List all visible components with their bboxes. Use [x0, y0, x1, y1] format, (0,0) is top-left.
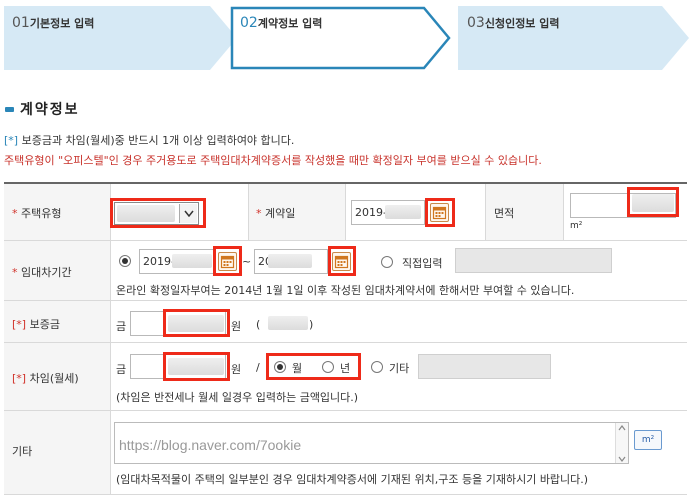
step-arrows [4, 6, 689, 70]
highlight-contract-calendar [425, 198, 455, 227]
deposit-korean-amount [268, 316, 308, 330]
area-label: 면적 [494, 207, 515, 220]
section-bullet-icon [5, 106, 14, 112]
etc-note: (임대차목적물이 주택의 일부분인 경우 임대차계약증서에 기재된 위치,구조 … [116, 473, 589, 486]
lease-direct-input-label: 직접입력 [402, 257, 443, 270]
step-navigation: 01 기본정보 입력 02 계약정보 입력 03 신청인정보 입력 [0, 0, 691, 76]
highlight-housing-type [110, 198, 206, 228]
step-2-label[interactable]: 02 계약정보 입력 [240, 15, 322, 31]
etc-textarea[interactable]: https://blog.naver.com/7ookie [114, 422, 629, 464]
area-unit: m² [570, 221, 583, 231]
notice-required-fields: [*] 보증금과 차임(월세)중 반드시 1개 이상 입력하여야 합니다. [4, 134, 295, 147]
rent-label: [*] 차임(월세) [12, 372, 79, 385]
housing-type-label: * 주택유형 [12, 207, 62, 220]
step-3-label[interactable]: 03 신청인정보 입력 [467, 15, 560, 31]
rent-other-radio[interactable] [371, 361, 383, 373]
rent-other-label: 기타 [389, 362, 410, 375]
section-heading: 계약정보 [5, 100, 80, 118]
rent-other-input[interactable] [418, 354, 551, 379]
highlight-lease-start-calendar [213, 246, 242, 276]
lease-period-note: 온라인 확정일자부여는 2014년 1월 1일 이후 작성된 임대차계약서에 한… [116, 284, 575, 297]
notice-officetel: 주택유형이 "오피스텔"인 경우 주거용도로 주택임대차계약증서를 작성했을 때… [4, 154, 542, 167]
lease-direct-input-field[interactable] [455, 248, 612, 273]
area-unit-button[interactable]: m² [634, 430, 662, 450]
highlight-rent [163, 352, 230, 381]
deposit-label: [*] 보증금 [12, 318, 60, 331]
section-title: 계약정보 [20, 102, 80, 118]
lease-period-label: * 임대차기간 [12, 266, 72, 279]
contract-date-label: * 계약일 [256, 207, 296, 220]
step-1-label[interactable]: 01 기본정보 입력 [12, 15, 94, 31]
scroll-arrows-icon [618, 425, 626, 462]
highlight-rent-period [266, 353, 361, 380]
highlight-lease-end-calendar [328, 246, 356, 276]
lease-direct-input-radio[interactable] [381, 256, 393, 268]
highlight-deposit [163, 309, 230, 337]
highlight-area [627, 187, 679, 217]
etc-label: 기타 [12, 445, 33, 458]
lease-period-date-radio[interactable] [119, 255, 131, 267]
textarea-scrollbar[interactable] [615, 423, 628, 463]
rent-note: (차임은 반전세나 월세 일경우 입력하는 금액입니다.) [116, 391, 359, 404]
